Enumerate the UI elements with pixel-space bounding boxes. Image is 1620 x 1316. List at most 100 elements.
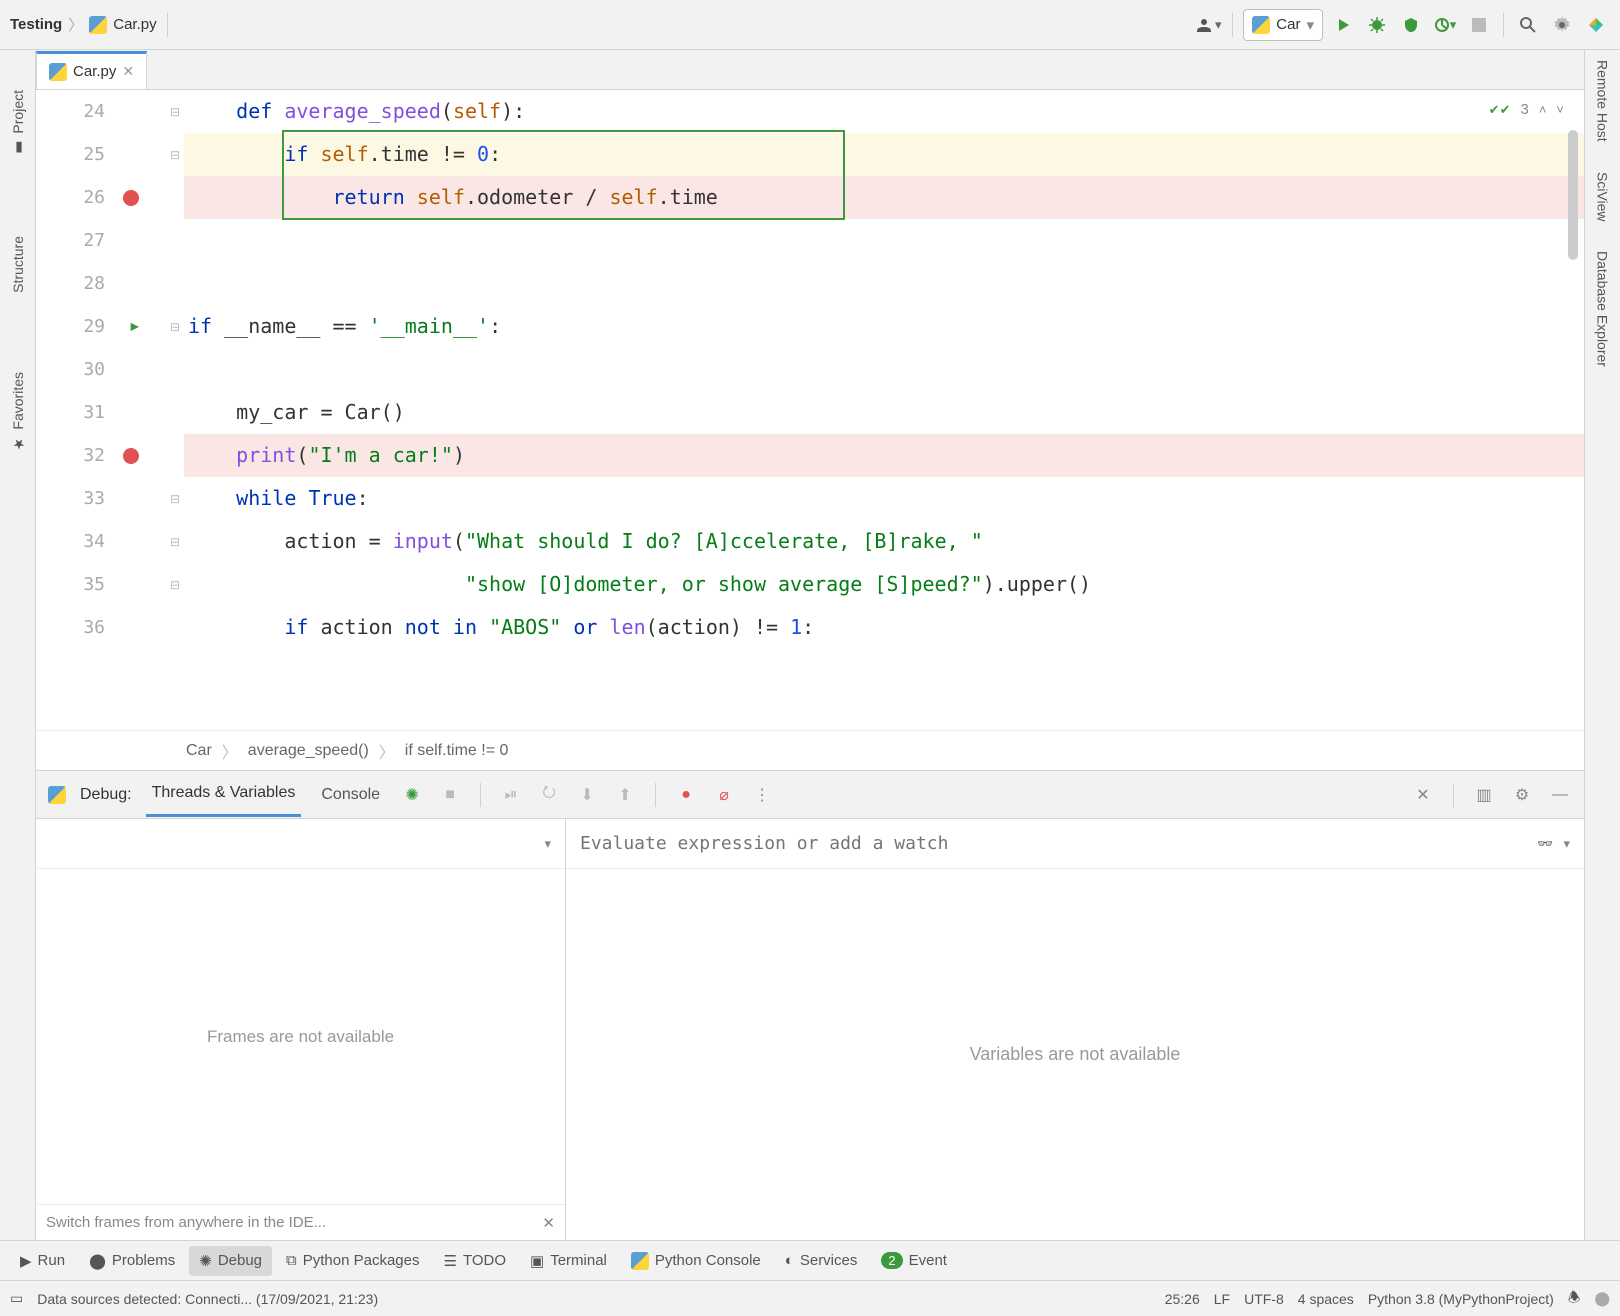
run-tab[interactable]: ▶Run	[10, 1246, 75, 1276]
services-icon: ◐	[785, 1252, 794, 1269]
caret-position[interactable]: 25:26	[1165, 1291, 1200, 1307]
code-line[interactable]: if __name__ == '__main__':	[184, 305, 1584, 348]
user-icon[interactable]: ▾	[1194, 11, 1222, 39]
chevron-right-icon: 〉	[379, 739, 395, 763]
chevron-down-icon[interactable]: ▾	[1563, 836, 1570, 852]
interpreter-info[interactable]: Python 3.8 (MyPythonProject)	[1368, 1291, 1554, 1307]
python-console-tab[interactable]: Python Console	[621, 1246, 771, 1276]
divider	[167, 13, 168, 37]
fold-icon[interactable]: ⊟	[166, 90, 184, 133]
glasses-icon[interactable]: 👓	[1537, 836, 1553, 852]
more-icon[interactable]: ⋮	[750, 783, 774, 807]
crumb-class[interactable]: Car	[186, 742, 212, 760]
code-line[interactable]: while True:	[184, 477, 1584, 520]
fold-icon[interactable]: ⊟	[166, 477, 184, 520]
lock-icon[interactable]: ⬤	[1594, 1290, 1610, 1307]
line-separator[interactable]: LF	[1214, 1291, 1230, 1307]
mute-breakpoints-icon[interactable]: ⌀	[712, 783, 736, 807]
layout-icon[interactable]: ▥	[1472, 783, 1496, 807]
frames-hint: Switch frames from anywhere in the IDE..…	[36, 1204, 565, 1240]
services-tab[interactable]: ◐Services	[775, 1246, 868, 1275]
code-line[interactable]	[184, 262, 1584, 305]
fold-icon[interactable]: ⊟	[166, 133, 184, 176]
divider	[1232, 13, 1233, 37]
code-line[interactable]: if action not in "ABOS" or len(action) !…	[184, 606, 1584, 649]
code-line[interactable]: def average_speed(self):	[184, 90, 1584, 133]
code-line[interactable]: my_car = Car()	[184, 391, 1584, 434]
editor-tab-car[interactable]: Car.py ✕	[36, 51, 147, 89]
python-packages-tab[interactable]: ⧉Python Packages	[276, 1246, 429, 1275]
breakpoint-icon[interactable]	[123, 190, 139, 206]
code-line[interactable]	[184, 219, 1584, 262]
left-tool-strip: ▮Project Structure ★Favorites	[0, 50, 36, 1240]
fold-icon[interactable]: ⊟	[166, 520, 184, 563]
debug-title: Debug:	[80, 786, 132, 804]
settings-icon[interactable]	[1548, 11, 1576, 39]
tool-window-toggle-icon[interactable]: ▭	[10, 1290, 23, 1307]
bug-icon: ✺	[199, 1252, 212, 1270]
code-line[interactable]	[184, 348, 1584, 391]
main-area: ▮Project Structure ★Favorites Car.py ✕ ✔…	[0, 50, 1620, 1240]
fold-icon[interactable]: ⊟	[166, 305, 184, 348]
notification-icon[interactable]: 🕭	[1568, 1287, 1581, 1311]
crumb-statement[interactable]: if self.time != 0	[405, 742, 509, 760]
crumb-method[interactable]: average_speed()	[248, 742, 369, 760]
fold-icon[interactable]: ⊟	[166, 563, 184, 606]
coverage-button[interactable]	[1397, 11, 1425, 39]
fold-gutter[interactable]: ⊟⊟⊟⊟⊟⊟	[166, 90, 184, 730]
code-line[interactable]: "show [O]dometer, or show average [S]pee…	[184, 563, 1584, 606]
debug-bug-icon[interactable]: ✺	[400, 783, 424, 807]
profile-button[interactable]: ▾	[1431, 11, 1459, 39]
code-line[interactable]: action = input("What should I do? [A]cce…	[184, 520, 1584, 563]
list-icon: ☰	[443, 1252, 456, 1270]
stop-button	[1465, 11, 1493, 39]
play-icon: ▶	[20, 1252, 32, 1270]
chevron-right-icon: 〉	[222, 739, 238, 763]
status-bar: ▭ Data sources detected: Connecti... (17…	[0, 1280, 1620, 1316]
editor: ✔✔ 3 ˄ ˅ 242526272829▶30313233343536 ⊟⊟⊟…	[36, 90, 1584, 770]
todo-tab[interactable]: ☰TODO	[433, 1246, 516, 1276]
run-config-label: Car	[1276, 16, 1300, 33]
terminal-tab[interactable]: ▣Terminal	[520, 1246, 617, 1276]
favorites-tool-tab[interactable]: ★Favorites	[10, 372, 26, 452]
jetbrains-icon[interactable]	[1582, 11, 1610, 39]
project-tool-tab[interactable]: ▮Project	[10, 90, 26, 156]
breakpoint-icon[interactable]	[123, 448, 139, 464]
code-line[interactable]: return self.odometer / self.time	[184, 176, 1584, 219]
debug-button[interactable]	[1363, 11, 1391, 39]
chevron-down-icon: ▾	[544, 836, 551, 852]
indent-info[interactable]: 4 spaces	[1298, 1291, 1354, 1307]
tab-console[interactable]: Console	[315, 774, 386, 816]
run-configuration-selector[interactable]: Car ▾	[1243, 9, 1323, 41]
watch-input[interactable]	[580, 833, 1527, 854]
file-name[interactable]: Car.py	[113, 16, 156, 33]
database-tab[interactable]: Database Explorer	[1595, 251, 1611, 367]
sciview-tab[interactable]: SciView	[1595, 172, 1611, 222]
scrollbar[interactable]	[1568, 130, 1578, 260]
chevron-right-icon: 〉	[68, 14, 83, 35]
project-name[interactable]: Testing	[10, 16, 62, 33]
close-icon[interactable]: ✕	[542, 1214, 555, 1232]
code-line[interactable]: print("I'm a car!")	[184, 434, 1584, 477]
code-area[interactable]: def average_speed(self): if self.time !=…	[184, 90, 1584, 730]
code-line[interactable]: if self.time != 0:	[184, 133, 1584, 176]
frames-thread-selector[interactable]: ▾	[36, 819, 565, 869]
file-encoding[interactable]: UTF-8	[1244, 1291, 1284, 1307]
minimize-icon[interactable]: —	[1548, 783, 1572, 807]
event-log-tab[interactable]: 2Event	[871, 1246, 957, 1275]
structure-tool-tab[interactable]: Structure	[10, 236, 26, 293]
tab-threads-variables[interactable]: Threads & Variables	[146, 772, 302, 817]
run-line-icon[interactable]: ▶	[131, 305, 139, 348]
line-number-gutter[interactable]: 242526272829▶30313233343536	[36, 90, 166, 730]
divider	[480, 783, 481, 807]
status-message[interactable]: Data sources detected: Connecti... (17/0…	[37, 1291, 378, 1307]
close-icon[interactable]: ✕	[1411, 783, 1435, 807]
close-icon[interactable]: ✕	[122, 63, 134, 80]
view-breakpoints-icon[interactable]: ●	[674, 783, 698, 807]
settings-icon[interactable]: ⚙	[1510, 783, 1534, 807]
problems-tab[interactable]: ⬤Problems	[79, 1246, 185, 1276]
search-icon[interactable]	[1514, 11, 1542, 39]
debug-tab[interactable]: ✺Debug	[189, 1246, 272, 1276]
remote-host-tab[interactable]: Remote Host	[1595, 60, 1611, 142]
run-button[interactable]	[1329, 11, 1357, 39]
